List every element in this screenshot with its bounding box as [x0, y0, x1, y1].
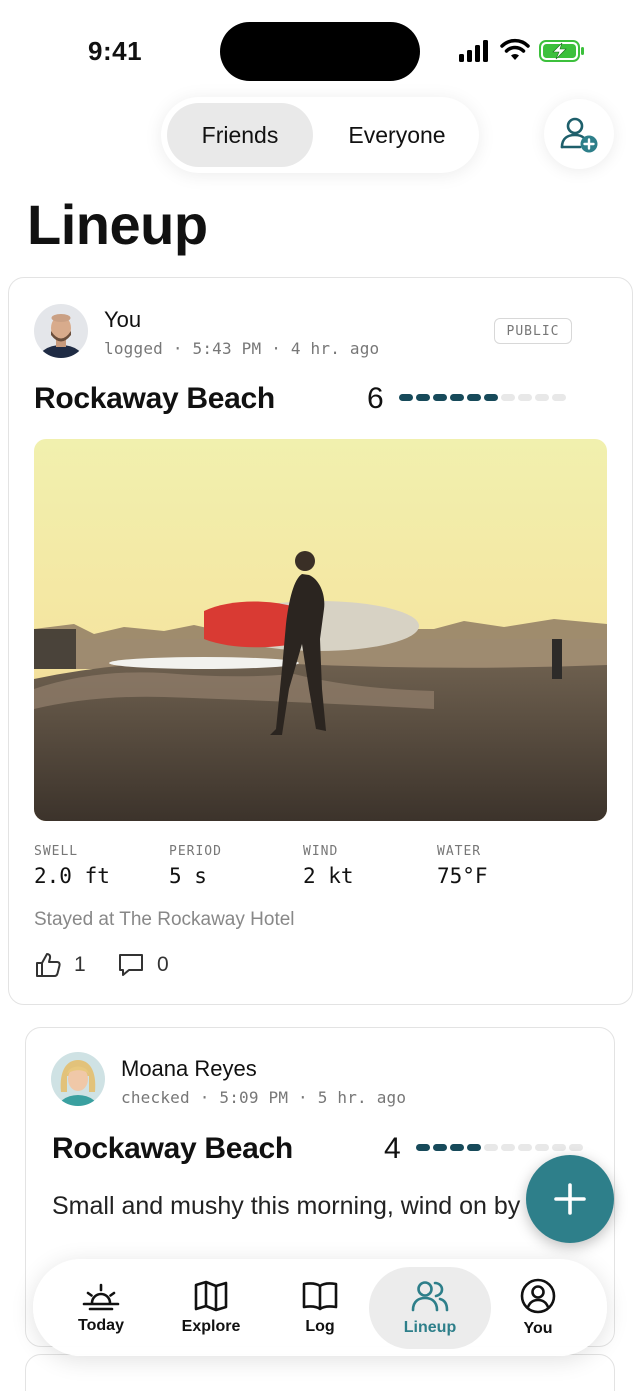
rating-dot-filled [450, 394, 464, 401]
wifi-icon [500, 38, 530, 60]
book-icon [302, 1282, 338, 1311]
tab-label: Today [78, 1317, 124, 1334]
sunrise-icon [82, 1283, 120, 1311]
post-meta: logged · 5:43 PM · 4 hr. ago [104, 339, 379, 358]
post-time: 5:09 PM [219, 1088, 289, 1107]
segment-everyone[interactable]: Everyone [321, 103, 473, 167]
segment-friends[interactable]: Friends [167, 103, 313, 167]
post-ago: 5 hr. ago [317, 1088, 407, 1107]
rating-dot-filled [450, 1144, 464, 1151]
rating-dot-empty [535, 1144, 549, 1151]
add-friend-button[interactable] [544, 99, 614, 169]
post-meta: checked · 5:09 PM · 5 hr. ago [121, 1088, 406, 1107]
tab-lineup[interactable]: Lineup [369, 1267, 491, 1349]
post-action: checked [121, 1088, 190, 1107]
plus-icon [554, 1183, 586, 1215]
post-time: 5:43 PM [192, 339, 262, 358]
map-icon [194, 1280, 228, 1312]
stat-swell-label: SWELL [34, 844, 79, 859]
avatar[interactable] [34, 304, 88, 358]
rating-dot-empty [535, 394, 549, 401]
rating-dot-filled [399, 394, 413, 401]
rating-bar [416, 1144, 583, 1151]
stat-swell-value: 2.0 ft [34, 864, 110, 888]
rating-dot-empty [569, 1144, 583, 1151]
rating-dot-filled [433, 394, 447, 401]
stat-wind-value: 2 kt [303, 864, 354, 888]
tab-bar: Today Explore Log Lineup You [33, 1259, 607, 1356]
new-session-button[interactable] [526, 1155, 614, 1243]
meta-separator: · [271, 339, 291, 358]
like-count: 1 [74, 953, 86, 976]
cellular-signal-icon [459, 40, 488, 62]
avatar[interactable] [51, 1052, 105, 1106]
meta-separator: · [298, 1088, 318, 1107]
tab-label: You [523, 1320, 553, 1337]
tab-explore[interactable]: Explore [166, 1267, 256, 1349]
meta-separator: · [199, 1088, 220, 1107]
stat-period-label: PERIOD [169, 844, 222, 859]
surfer-photo-image [34, 439, 607, 821]
post-action: logged [104, 339, 163, 358]
rating-dot-empty [484, 1144, 498, 1151]
comment-button[interactable]: 0 [117, 951, 169, 979]
rating-dot-filled [416, 1144, 430, 1151]
stat-wind-label: WIND [303, 844, 339, 859]
users-icon [411, 1281, 449, 1312]
feed-card[interactable]: You logged · 5:43 PM · 4 hr. ago PUBLIC … [8, 277, 633, 1005]
battery-charging-icon [539, 40, 584, 62]
post-author[interactable]: You [104, 307, 141, 333]
post-author[interactable]: Moana Reyes [121, 1056, 257, 1082]
feed-card[interactable] [25, 1354, 615, 1391]
profile-circle-icon [520, 1278, 556, 1314]
rating-dot-empty [518, 394, 532, 401]
stat-period-value: 5 s [169, 864, 207, 888]
rating-dot-filled [467, 1144, 481, 1151]
rating-bar [399, 394, 566, 401]
rating-dot-filled [433, 1144, 447, 1151]
status-time: 9:41 [88, 36, 143, 66]
tab-label: Lineup [403, 1319, 457, 1336]
rating-dot-empty [552, 1144, 566, 1151]
session-photo[interactable] [34, 439, 607, 821]
spot-name[interactable]: Rockaway Beach [52, 1132, 293, 1166]
tab-today[interactable]: Today [58, 1267, 144, 1349]
dynamic-island [220, 22, 420, 81]
tab-you[interactable]: You [499, 1267, 577, 1349]
like-button[interactable]: 1 [34, 951, 86, 979]
comment-count: 0 [157, 953, 169, 976]
rating-dot-empty [501, 1144, 515, 1151]
rating-dot-filled [467, 394, 481, 401]
stat-water-label: WATER [437, 844, 482, 859]
rating-dot-empty [552, 394, 566, 401]
rating-value: 4 [384, 1132, 401, 1165]
visibility-badge: PUBLIC [494, 318, 572, 344]
rating-value: 6 [367, 382, 384, 415]
status-bar: 9:41 [0, 0, 640, 100]
rating-dot-empty [501, 394, 515, 401]
add-user-icon [560, 117, 598, 153]
page-title: Lineup [27, 193, 208, 256]
rating-dot-empty [518, 1144, 532, 1151]
tab-label: Explore [181, 1318, 241, 1335]
rating-dot-filled [484, 394, 498, 401]
post-body: Small and mushy this morning, wind on by… [52, 1192, 549, 1220]
session-note: Stayed at The Rockaway Hotel [34, 909, 295, 930]
comment-icon [119, 954, 143, 976]
tab-log[interactable]: Log [278, 1267, 362, 1349]
thumbs-up-icon [36, 953, 61, 977]
tab-label: Log [305, 1318, 335, 1335]
feed-filter-segmented: Friends Everyone [161, 97, 479, 173]
rating-dot-filled [416, 394, 430, 401]
post-ago: 4 hr. ago [290, 339, 380, 358]
stat-water-value: 75°F [437, 864, 488, 888]
meta-separator: · [172, 339, 193, 358]
spot-name[interactable]: Rockaway Beach [34, 382, 275, 416]
